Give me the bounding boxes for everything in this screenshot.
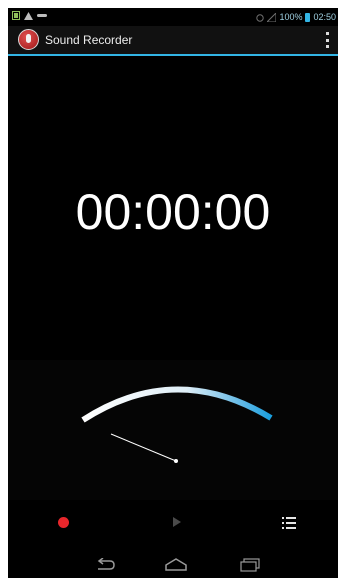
status-bar: 100% 02:50 xyxy=(8,8,338,26)
battery-percent: 100% xyxy=(279,12,303,22)
clock: 02:50 xyxy=(313,12,336,22)
level-meter xyxy=(81,386,273,463)
warning-icon xyxy=(24,11,33,20)
recorder-controls xyxy=(8,508,338,538)
recents-icon[interactable] xyxy=(240,558,260,572)
record-button[interactable] xyxy=(58,517,69,528)
needle-pivot xyxy=(174,459,178,463)
status-left-icons xyxy=(12,11,47,20)
list-icon[interactable] xyxy=(282,517,296,529)
action-bar: Sound Recorder xyxy=(8,26,338,56)
sound-recorder-screen: 100% 02:50 Sound Recorder 00:00:00 xyxy=(8,8,338,578)
signal-icon xyxy=(267,12,277,22)
alarm-icon xyxy=(256,13,265,22)
notification-icon xyxy=(12,11,20,20)
play-button[interactable] xyxy=(173,517,181,527)
app-title: Sound Recorder xyxy=(45,33,133,47)
status-right-icons: 100% 02:50 xyxy=(256,12,336,22)
back-icon[interactable] xyxy=(94,558,116,572)
navigation-bar xyxy=(8,553,338,578)
microphone-icon[interactable] xyxy=(18,29,39,50)
elapsed-time: 00:00:00 xyxy=(75,184,271,240)
usb-icon xyxy=(37,14,47,17)
overflow-menu-icon[interactable] xyxy=(324,32,330,48)
meter-needle xyxy=(110,433,177,462)
battery-icon xyxy=(305,12,311,22)
home-icon[interactable] xyxy=(165,558,187,572)
meter-arc xyxy=(81,386,273,423)
